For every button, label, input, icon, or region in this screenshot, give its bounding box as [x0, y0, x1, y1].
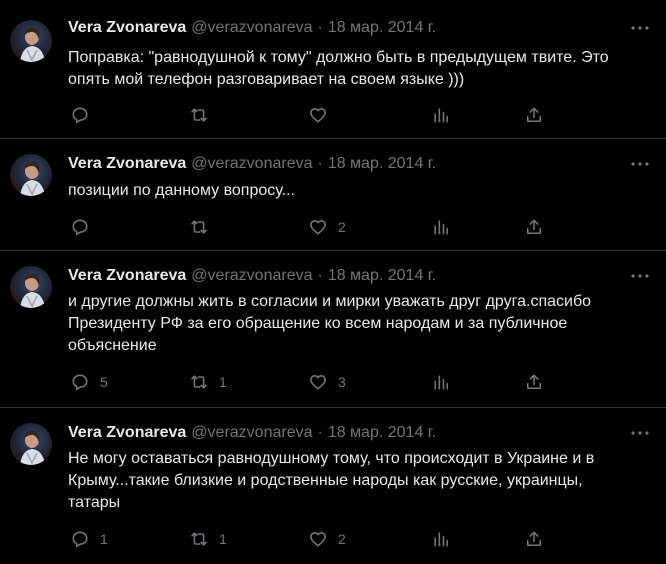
author-name[interactable]: Vera Zvonareva [68, 155, 186, 173]
separator-dot: · [317, 155, 323, 172]
tweet-actions: 5 1 3 [68, 371, 648, 393]
avatar[interactable] [10, 154, 52, 196]
author-handle[interactable]: @verazvonareva [191, 19, 312, 37]
share-button[interactable] [524, 528, 544, 550]
tweet[interactable]: Vera Zvonareva @verazvonareva · 18 мар. … [0, 139, 666, 251]
share-button[interactable] [524, 371, 544, 393]
separator-dot: · [317, 424, 323, 441]
retweet-count: 1 [219, 531, 227, 547]
tweet-date[interactable]: 18 мар. 2014 г. [328, 424, 436, 442]
views-button[interactable] [431, 528, 461, 550]
more-dots-icon[interactable] [628, 153, 652, 175]
like-count: 3 [338, 374, 346, 390]
reply-button[interactable] [70, 216, 100, 238]
tweet[interactable]: Vera Zvonareva @verazvonareva · 18 мар. … [0, 0, 666, 139]
tweet-date[interactable]: 18 мар. 2014 г. [328, 155, 436, 173]
tweet-text: Поправка: "равнодушной к тому" должно бы… [68, 49, 614, 88]
more-dots-icon[interactable] [628, 17, 652, 39]
author-handle[interactable]: @verazvonareva [191, 155, 312, 173]
retweet-button[interactable] [189, 216, 219, 238]
retweet-button[interactable] [189, 104, 219, 126]
like-button[interactable]: 2 [308, 216, 346, 238]
share-button[interactable] [524, 104, 544, 126]
author-name[interactable]: Vera Zvonareva [68, 424, 186, 442]
tweet-text: и другие должны жить в согласии и мирки … [68, 293, 596, 354]
tweet-actions: 2 [68, 216, 648, 238]
share-upload-icon [524, 372, 544, 392]
tweet-text: позиции по данному вопросу... [68, 182, 295, 199]
views-button[interactable] [431, 216, 461, 238]
like-count: 2 [338, 531, 346, 547]
bar-chart-icon [431, 372, 451, 392]
heart-icon [308, 105, 328, 125]
separator-dot: · [317, 19, 323, 36]
reply-bubble-icon [70, 529, 90, 549]
author-handle[interactable]: @verazvonareva [191, 267, 312, 285]
like-button[interactable]: 2 [308, 528, 346, 550]
avatar[interactable] [10, 266, 52, 308]
reply-bubble-icon [70, 217, 90, 237]
bar-chart-icon [431, 105, 451, 125]
retweet-button[interactable]: 1 [189, 371, 227, 393]
tweet-feed: Vera Zvonareva @verazvonareva · 18 мар. … [0, 0, 666, 564]
author-name[interactable]: Vera Zvonareva [68, 267, 186, 285]
retweet-button[interactable]: 1 [189, 528, 227, 550]
tweet-actions: 1 1 2 [68, 528, 648, 550]
avatar[interactable] [10, 423, 52, 465]
reply-count: 5 [100, 374, 108, 390]
share-upload-icon [524, 105, 544, 125]
retweet-icon [189, 217, 209, 237]
tweet-actions [68, 104, 648, 126]
more-dots-icon[interactable] [628, 422, 652, 444]
reply-bubble-icon [70, 105, 90, 125]
separator-dot: · [317, 267, 323, 284]
reply-button[interactable]: 5 [70, 371, 108, 393]
reply-button[interactable] [70, 104, 100, 126]
reply-button[interactable]: 1 [70, 528, 108, 550]
author-handle[interactable]: @verazvonareva [191, 424, 312, 442]
bar-chart-icon [431, 529, 451, 549]
tweet[interactable]: Vera Zvonareva @verazvonareva · 18 мар. … [0, 251, 666, 408]
like-count: 2 [338, 219, 346, 235]
heart-icon [308, 529, 328, 549]
retweet-icon [189, 372, 209, 392]
tweet-text: Не могу оставаться равнодушному тому, чт… [68, 450, 599, 511]
like-button[interactable] [308, 104, 338, 126]
tweet-date[interactable]: 18 мар. 2014 г. [328, 19, 436, 37]
views-button[interactable] [431, 104, 461, 126]
heart-icon [308, 372, 328, 392]
like-button[interactable]: 3 [308, 371, 346, 393]
share-upload-icon [524, 217, 544, 237]
reply-bubble-icon [70, 372, 90, 392]
tweet-date[interactable]: 18 мар. 2014 г. [328, 267, 436, 285]
views-button[interactable] [431, 371, 461, 393]
share-upload-icon [524, 529, 544, 549]
share-button[interactable] [524, 216, 544, 238]
bar-chart-icon [431, 217, 451, 237]
avatar[interactable] [10, 20, 52, 62]
tweet[interactable]: Vera Zvonareva @verazvonareva · 18 мар. … [0, 408, 666, 564]
heart-icon [308, 217, 328, 237]
reply-count: 1 [100, 531, 108, 547]
retweet-count: 1 [219, 374, 227, 390]
retweet-icon [189, 529, 209, 549]
more-dots-icon[interactable] [628, 265, 652, 287]
retweet-icon [189, 105, 209, 125]
author-name[interactable]: Vera Zvonareva [68, 19, 186, 37]
